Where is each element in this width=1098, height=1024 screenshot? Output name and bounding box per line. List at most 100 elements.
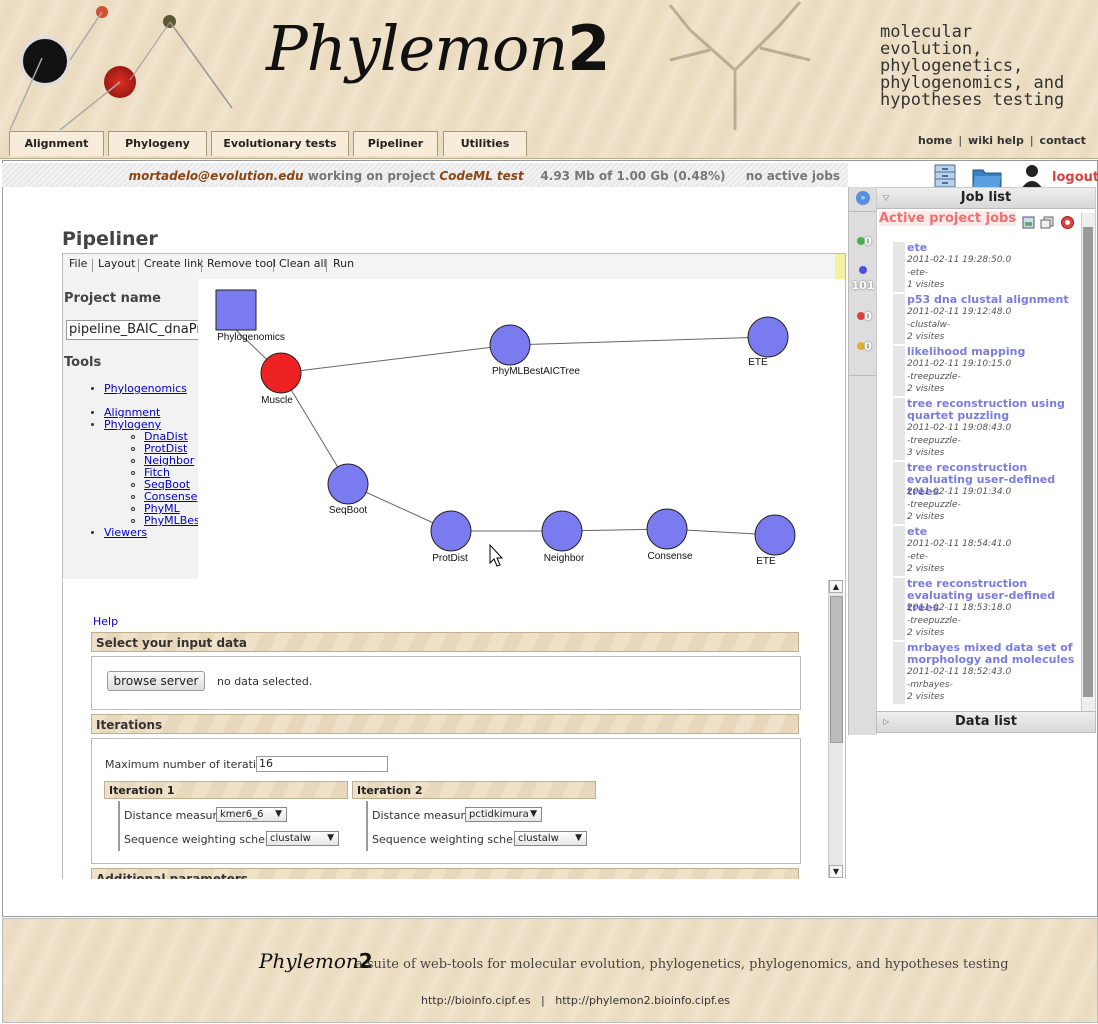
iteration-1-distance-select[interactable]: kmer6_6 ▼ (216, 807, 287, 822)
menu-run[interactable]: Run (333, 254, 354, 279)
chevron-down-icon: ▼ (327, 833, 334, 843)
tool-link-phymlbest[interactable]: PhyMLBest (144, 514, 198, 527)
link-separator: | (1029, 134, 1034, 147)
user-icon[interactable] (1018, 163, 1046, 189)
chevron-down-icon: ▼ (575, 833, 582, 843)
bullet (131, 459, 135, 463)
job-title[interactable]: ete (907, 526, 1085, 538)
job-program: -treepuzzle- (907, 436, 961, 446)
pipeline-graph[interactable]: Phylogenomics Muscle PhyMLBestAICTree ET… (198, 279, 843, 579)
browse-server-button[interactable]: browse server (107, 671, 205, 691)
iteration-2-distance-label: Distance measure (372, 809, 472, 822)
menu-file[interactable]: File (69, 254, 87, 279)
node-label: ProtDist (432, 553, 468, 564)
job-item[interactable]: ete 2011-02-11 18:54:41.0 -ete- 2 visite… (893, 526, 1081, 576)
file-cabinet-icon[interactable] (932, 163, 958, 189)
edge[interactable] (280, 344, 511, 374)
iteration-2-weighting-select[interactable]: clustalw ▼ (514, 831, 587, 846)
menu-clean-all[interactable]: Clean all (279, 254, 327, 279)
menu-separator (326, 259, 327, 272)
scroll-down-arrow-icon[interactable]: ▼ (829, 865, 843, 878)
job-title[interactable]: mrbayes mixed data set of morphology and… (907, 642, 1085, 666)
node-muscle[interactable] (260, 352, 302, 394)
home-link[interactable]: home (918, 134, 952, 147)
job-item[interactable]: likelihood mapping 2011-02-11 19:10:15.0… (893, 346, 1081, 396)
tab-evolutionary-tests[interactable]: Evolutionary tests (211, 131, 349, 156)
node-consense[interactable] (646, 508, 688, 550)
node-ete-1[interactable] (747, 316, 789, 358)
gear-icon[interactable] (1060, 215, 1075, 230)
job-program: -treepuzzle- (907, 372, 961, 382)
node-phylogenomics[interactable] (215, 289, 257, 331)
job-item[interactable]: tree reconstruction evaluating user-defi… (893, 578, 1081, 640)
project-name-input[interactable]: pipeline_BAIC_dnaProt (66, 320, 198, 340)
job-title[interactable]: p53 dna clustal alignment (907, 294, 1085, 306)
tool-link-phylogenomics[interactable]: Phylogenomics (104, 382, 187, 395)
expand-triangle-icon[interactable]: ▷ (883, 712, 889, 732)
count-total: 101 (851, 279, 875, 292)
site-logo[interactable]: Phylemon2 (266, 12, 610, 85)
job-item[interactable]: tree reconstruction using quartet puzzli… (893, 398, 1081, 460)
job-item[interactable]: p53 dna clustal alignment 2011-02-11 19:… (893, 294, 1081, 344)
job-item[interactable]: ete 2011-02-11 19:28:50.0 -ete- 1 visite… (893, 242, 1081, 292)
footer-link-bioinfo[interactable]: http://bioinfo.cipf.es (421, 994, 531, 1007)
job-visits: 1 visites (907, 280, 945, 290)
bullet (131, 507, 135, 511)
iteration-1-weighting-label: Sequence weighting schema (124, 833, 283, 846)
image-view-icon[interactable] (1022, 216, 1035, 229)
tab-alignment[interactable]: Alignment (9, 131, 104, 156)
contact-link[interactable]: contact (1040, 134, 1086, 147)
tool-link-viewers[interactable]: Viewers (104, 526, 147, 539)
tab-pipeliner[interactable]: Pipeliner (353, 131, 438, 156)
iteration-2-header: Iteration 2 (352, 781, 596, 799)
project-name[interactable]: CodeML test (439, 169, 523, 183)
node-ete-2[interactable] (754, 514, 796, 556)
node-protdist[interactable] (430, 510, 472, 552)
iteration-1-weighting-select[interactable]: clustalw ▼ (266, 831, 339, 846)
status-dot-blue-icon (859, 266, 867, 274)
job-item[interactable]: tree reconstruction evaluating user-defi… (893, 462, 1081, 524)
job-program: -mrbayes- (907, 680, 953, 690)
job-list-scrollbar[interactable] (1081, 213, 1095, 711)
menu-create-link[interactable]: Create link (144, 254, 204, 279)
data-list-header[interactable]: ▷ Data list (876, 711, 1096, 733)
footer-tagline: a suite of web-tools for molecular evolu… (355, 957, 1009, 972)
scrollbar-thumb[interactable] (1083, 227, 1093, 697)
iteration-2-weighting-label: Sequence weighting schema (372, 833, 531, 846)
node-label: ETE (748, 357, 768, 368)
node-seqboot[interactable] (327, 463, 369, 505)
node-phymlbestaictree[interactable] (489, 324, 531, 366)
tab-utilities[interactable]: Utilities (443, 131, 527, 156)
wiki-help-link[interactable]: wiki help (968, 134, 1024, 147)
collapse-triangle-icon[interactable]: ▽ (883, 188, 889, 208)
footer-link-phylemon2[interactable]: http://phylemon2.bioinfo.cipf.es (555, 994, 730, 1007)
job-bar (893, 346, 905, 396)
chevron-down-icon: ▼ (530, 809, 537, 819)
job-date: 2011-02-11 19:08:43.0 (907, 423, 1012, 433)
job-visits: 3 visites (907, 448, 945, 458)
menu-remove-tool[interactable]: Remove tool (207, 254, 276, 279)
edge[interactable] (509, 336, 769, 346)
iteration-2-distance-select[interactable]: pctidkimura ▼ (465, 807, 542, 822)
iterations-header: Iterations (91, 714, 799, 734)
form-scrollbar[interactable]: ▲ ▼ (828, 580, 843, 878)
tab-phylogeny[interactable]: Phylogeny (108, 131, 207, 156)
scroll-up-arrow-icon[interactable]: ▲ (829, 580, 843, 593)
help-link[interactable]: Help (93, 615, 118, 628)
menu-layout[interactable]: Layout (98, 254, 135, 279)
scrollbar-thumb[interactable] (830, 596, 843, 743)
footer-links: http://bioinfo.cipf.es | http://phylemon… (421, 994, 730, 1007)
expand-panel-icon[interactable]: » (856, 191, 870, 205)
max-iterations-input[interactable]: 16 (256, 756, 388, 772)
no-data-text: no data selected. (217, 675, 313, 688)
input-data-header: Select your input data (91, 632, 799, 652)
node-neighbor[interactable] (541, 510, 583, 552)
job-date: 2011-02-11 18:52:43.0 (907, 667, 1012, 677)
job-title[interactable]: ete (907, 242, 1085, 254)
job-list-header[interactable]: ▽ Job list (877, 188, 1095, 209)
job-title[interactable]: likelihood mapping (907, 346, 1085, 358)
job-item[interactable]: mrbayes mixed data set of morphology and… (893, 642, 1081, 704)
copy-icon[interactable] (1040, 216, 1054, 229)
logout-link[interactable]: logout (1052, 170, 1098, 185)
job-title[interactable]: tree reconstruction using quartet puzzli… (907, 398, 1085, 422)
